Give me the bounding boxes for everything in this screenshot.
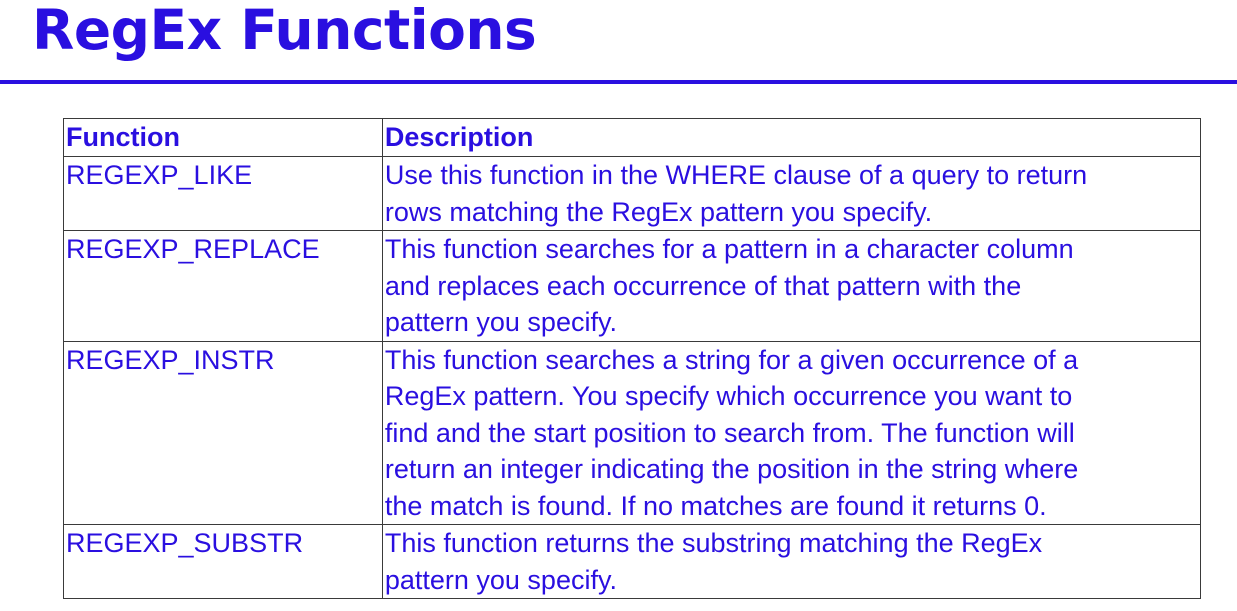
table-row: REGEXP_LIKE Use this function in the WHE… (63, 156, 1202, 231)
table-row: REGEXP_SUBSTR This function returns the … (63, 524, 1202, 599)
table-header-row: Function Description (63, 118, 1202, 157)
function-name-cell: REGEXP_INSTR (63, 340, 383, 525)
function-name-cell: REGEXP_LIKE (63, 156, 383, 231)
function-column-header: Function (63, 118, 383, 157)
function-description-cell: This function returns the substring matc… (381, 524, 1202, 599)
function-description-cell: This function searches a string for a gi… (381, 340, 1202, 525)
function-name-cell: REGEXP_SUBSTR (63, 524, 383, 599)
title-divider (0, 80, 1237, 84)
function-name-cell: REGEXP_REPLACE (63, 230, 383, 342)
function-description-cell: This function searches for a pattern in … (381, 230, 1202, 342)
regex-functions-table: Function Description REGEXP_LIKE Use thi… (63, 118, 1202, 599)
function-description-cell: Use this function in the WHERE clause of… (381, 156, 1202, 231)
table-row: REGEXP_INSTR This function searches a st… (63, 340, 1202, 525)
slide-title: RegEx Functions (32, 0, 537, 62)
description-column-header: Description (381, 118, 1202, 157)
table-row: REGEXP_REPLACE This function searches fo… (63, 230, 1202, 342)
